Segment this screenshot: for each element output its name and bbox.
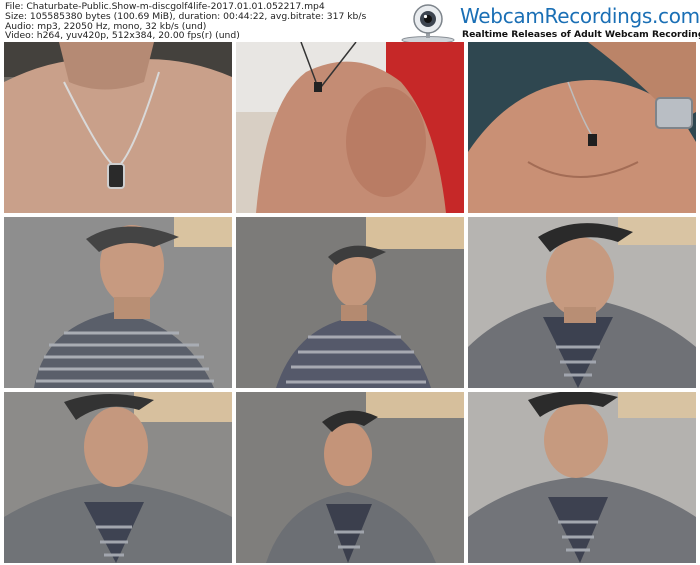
- thumbnail-grid: [0, 42, 700, 565]
- thumb-1: [4, 42, 232, 213]
- thumb-8: [236, 392, 464, 563]
- thumb-3: [468, 42, 696, 213]
- thumb-9: [468, 392, 696, 563]
- video-line: Video: h264, yuv420p, 512x384, 20.00 fps…: [5, 30, 240, 42]
- brand-subtitle: Realtime Releases of Adult Webcam Record…: [462, 29, 700, 40]
- thumb-5: [236, 217, 464, 388]
- thumb-4: [4, 217, 232, 388]
- brand-title: WebcamRecordings.com: [460, 4, 700, 28]
- header: File: Chaturbate-Public.Show-m-discgolf4…: [0, 0, 700, 44]
- file-metadata: File: Chaturbate-Public.Show-m-discgolf4…: [5, 2, 366, 41]
- webcam-icon: [401, 4, 455, 44]
- thumb-7: [4, 392, 232, 563]
- thumb-6: [468, 217, 696, 388]
- thumb-2: [236, 42, 464, 213]
- brand-logo: WebcamRecordings.com Realtime Releases o…: [398, 2, 700, 44]
